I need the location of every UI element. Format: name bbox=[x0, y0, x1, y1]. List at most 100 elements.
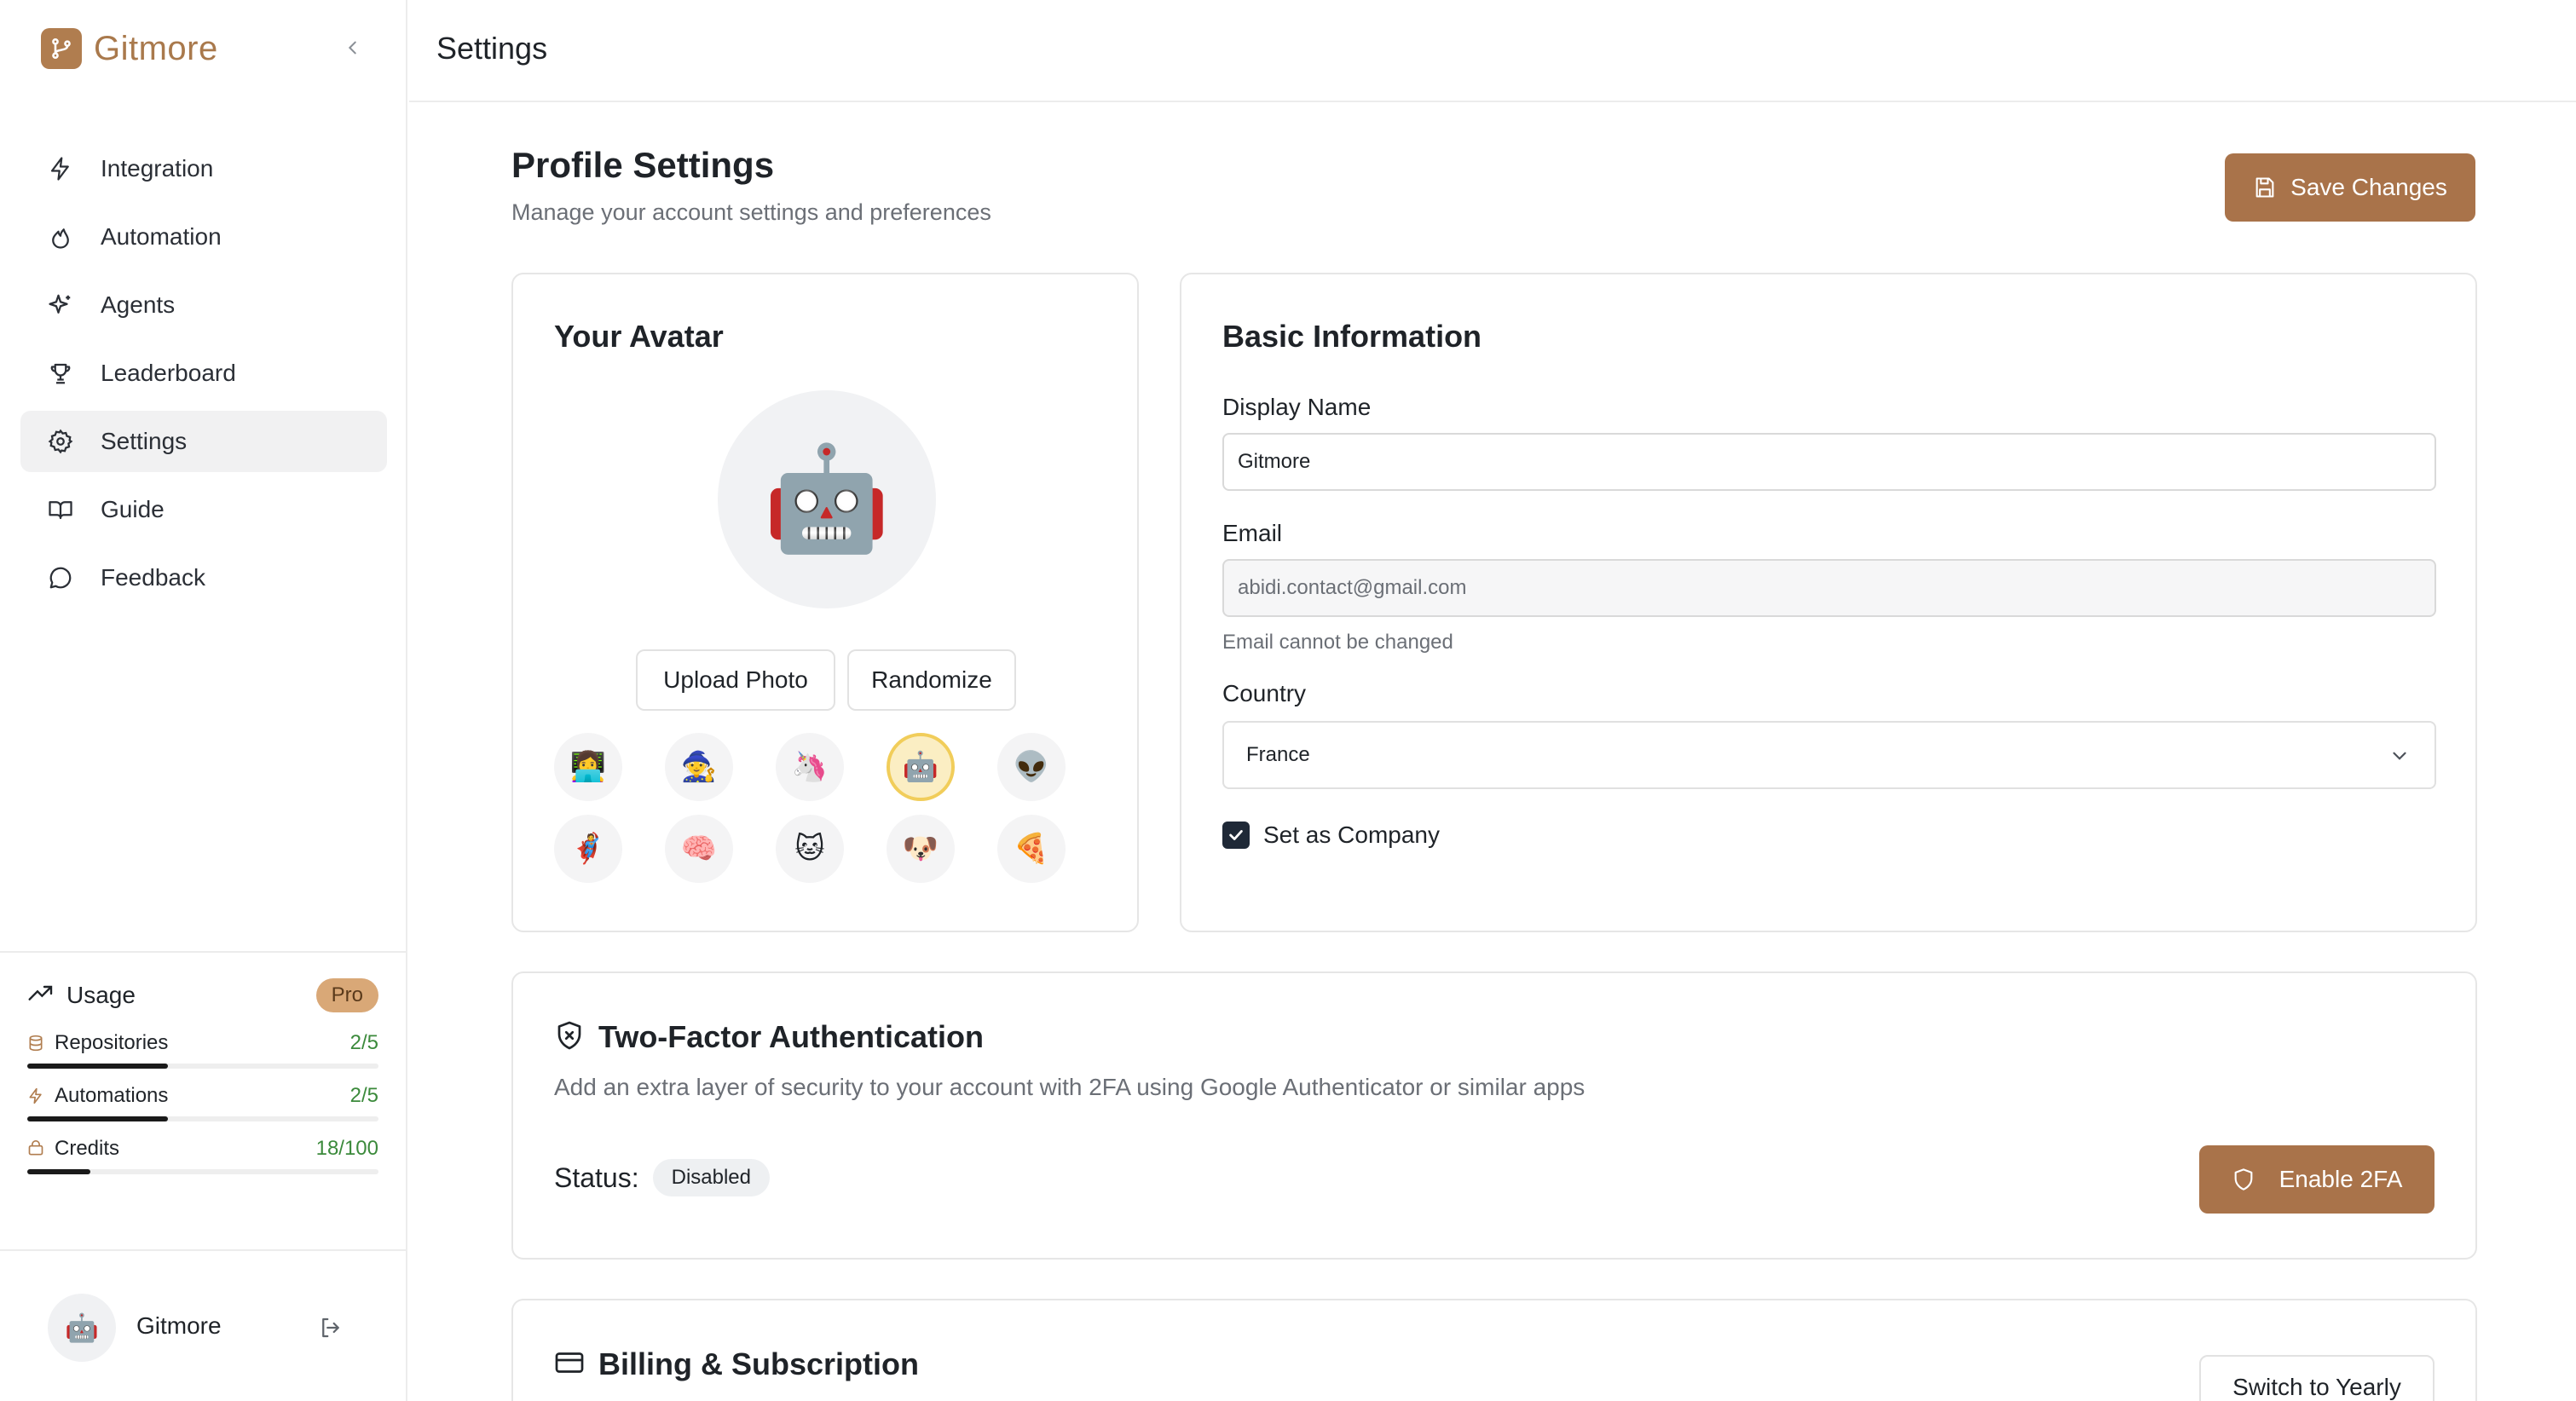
avatar-card-title: Your Avatar bbox=[554, 319, 724, 354]
sidebar-item-leaderboard[interactable]: Leaderboard bbox=[20, 343, 387, 404]
usage-value: 2/5 bbox=[349, 1084, 378, 1107]
zap-icon bbox=[46, 154, 75, 183]
trending-up-icon bbox=[27, 980, 55, 1012]
page-title: Profile Settings bbox=[511, 145, 775, 185]
sidebar-item-label: Automation bbox=[101, 223, 222, 250]
sidebar-item-settings[interactable]: Settings bbox=[20, 411, 387, 472]
avatar-option[interactable]: 👽 bbox=[997, 733, 1066, 801]
upload-photo-button[interactable]: Upload Photo bbox=[636, 649, 835, 711]
avatar-option-selected[interactable]: 🤖 bbox=[887, 733, 955, 801]
chevron-down-icon bbox=[2388, 745, 2411, 767]
collapse-sidebar-button[interactable] bbox=[338, 32, 368, 63]
shield-x-icon bbox=[554, 1020, 585, 1055]
country-label: Country bbox=[1222, 680, 1307, 706]
sidebar-item-label: Agents bbox=[101, 291, 176, 318]
gear-icon bbox=[46, 427, 75, 456]
country-select-value: France bbox=[1246, 743, 1310, 766]
display-name-label: Display Name bbox=[1222, 394, 1372, 420]
usage-label: Credits bbox=[55, 1137, 120, 1160]
two-factor-title: Two-Factor Authentication bbox=[598, 1019, 984, 1054]
user-profile: 🤖 Gitmore bbox=[0, 1249, 406, 1401]
basic-info-card: Basic Information Display Name Gitmore E… bbox=[1180, 273, 2477, 932]
usage-value: 2/5 bbox=[349, 1031, 378, 1054]
usage-progress-bar bbox=[27, 1116, 378, 1121]
randomize-button[interactable]: Randomize bbox=[847, 649, 1016, 711]
country-select[interactable]: France bbox=[1222, 721, 2436, 789]
avatar-option[interactable]: 🧙 bbox=[665, 733, 733, 801]
sidebar-item-label: Integration bbox=[101, 155, 214, 182]
sparkles-icon bbox=[46, 291, 75, 320]
current-avatar: 🤖 bbox=[718, 390, 936, 608]
logout-icon bbox=[322, 1317, 339, 1338]
plan-badge: Pro bbox=[315, 978, 378, 1012]
save-changes-button[interactable]: Save Changes bbox=[2225, 153, 2475, 222]
page-subtitle: Manage your account settings and prefere… bbox=[511, 199, 991, 225]
message-icon bbox=[46, 563, 75, 592]
avatar-option[interactable]: 🦸 bbox=[554, 815, 622, 883]
sidebar-item-automation[interactable]: Automation bbox=[20, 206, 387, 268]
email-label: Email bbox=[1222, 520, 1283, 546]
usage-progress-bar bbox=[27, 1064, 378, 1069]
header: Settings bbox=[409, 0, 2576, 102]
avatar[interactable]: 🤖 bbox=[48, 1294, 116, 1362]
page-header-title: Settings bbox=[436, 31, 548, 66]
two-factor-card: Two-Factor Authentication Add an extra l… bbox=[511, 971, 2477, 1260]
sidebar-item-agents[interactable]: Agents bbox=[20, 274, 387, 336]
flame-icon bbox=[46, 222, 75, 251]
display-name-field[interactable]: Gitmore bbox=[1222, 433, 2436, 491]
zap-icon bbox=[27, 1087, 46, 1105]
usage-progress-bar bbox=[27, 1169, 378, 1174]
usage-title: Usage bbox=[66, 982, 136, 1008]
enable-2fa-button[interactable]: Enable 2FA bbox=[2199, 1145, 2434, 1214]
main-content: Profile Settings Manage your account set… bbox=[409, 104, 2576, 1401]
avatar-option[interactable]: 🍕 bbox=[997, 815, 1066, 883]
avatar-option[interactable]: 👩‍💻 bbox=[554, 733, 622, 801]
email-hint: Email cannot be changed bbox=[1222, 631, 1453, 654]
avatar-option[interactable]: 🐶 bbox=[887, 815, 955, 883]
billing-card: Billing & Subscription Switch to Yearly bbox=[511, 1299, 2477, 1401]
switch-to-yearly-button[interactable]: Switch to Yearly bbox=[2199, 1355, 2434, 1401]
sidebar-item-guide[interactable]: Guide bbox=[20, 479, 387, 540]
credit-card-icon bbox=[554, 1347, 585, 1382]
sidebar-item-feedback[interactable]: Feedback bbox=[20, 547, 387, 608]
book-icon bbox=[46, 495, 75, 524]
billing-title: Billing & Subscription bbox=[598, 1346, 919, 1381]
usage-panel: Usage Pro Repositories 2/5 Automations 2… bbox=[0, 951, 406, 1249]
brand-name: Gitmore bbox=[94, 29, 218, 67]
database-icon bbox=[27, 1034, 46, 1052]
brand[interactable]: Gitmore bbox=[41, 27, 218, 70]
usage-label: Automations bbox=[55, 1084, 169, 1107]
coins-icon bbox=[27, 1139, 46, 1158]
company-checkbox[interactable] bbox=[1222, 822, 1250, 849]
usage-item-repositories: Repositories 2/5 bbox=[27, 1029, 378, 1069]
check-icon bbox=[1229, 830, 1243, 840]
usage-item-credits: Credits 18/100 bbox=[27, 1135, 378, 1174]
avatar-option[interactable]: 🐱 bbox=[776, 815, 844, 883]
email-field[interactable]: abidi.contact@gmail.com bbox=[1222, 559, 2436, 617]
trophy-icon bbox=[46, 359, 75, 388]
usage-value: 18/100 bbox=[315, 1137, 378, 1160]
sidebar-nav: Integration Automation Agents Leaderboar… bbox=[20, 138, 387, 615]
sidebar-item-integration[interactable]: Integration bbox=[20, 138, 387, 199]
sidebar: Gitmore Integration Automation Agents Le… bbox=[0, 0, 407, 1401]
user-name: Gitmore bbox=[136, 1312, 222, 1339]
two-factor-description: Add an extra layer of security to your a… bbox=[554, 1074, 1585, 1100]
git-branch-icon bbox=[41, 28, 82, 69]
usage-label: Repositories bbox=[55, 1031, 169, 1054]
status-label: Status: bbox=[554, 1162, 639, 1193]
avatar-option[interactable]: 🧠 bbox=[665, 815, 733, 883]
company-checkbox-row: Set as Company bbox=[1222, 822, 1440, 849]
company-checkbox-label: Set as Company bbox=[1263, 822, 1440, 848]
sidebar-item-label: Feedback bbox=[101, 564, 205, 591]
avatar-card: Your Avatar 🤖 Upload Photo Randomize 👩‍💻… bbox=[511, 273, 1139, 932]
status-badge: Disabled bbox=[652, 1159, 770, 1196]
usage-item-automations: Automations 2/5 bbox=[27, 1082, 378, 1121]
shield-icon bbox=[2232, 1168, 2255, 1191]
save-icon bbox=[2253, 176, 2277, 199]
save-changes-label: Save Changes bbox=[2290, 174, 2447, 200]
avatar-option[interactable]: 🦄 bbox=[776, 733, 844, 801]
sidebar-item-label: Settings bbox=[101, 428, 188, 454]
logout-button[interactable] bbox=[315, 1312, 346, 1343]
enable-2fa-label: Enable 2FA bbox=[2279, 1166, 2403, 1192]
sidebar-item-label: Guide bbox=[101, 496, 165, 522]
